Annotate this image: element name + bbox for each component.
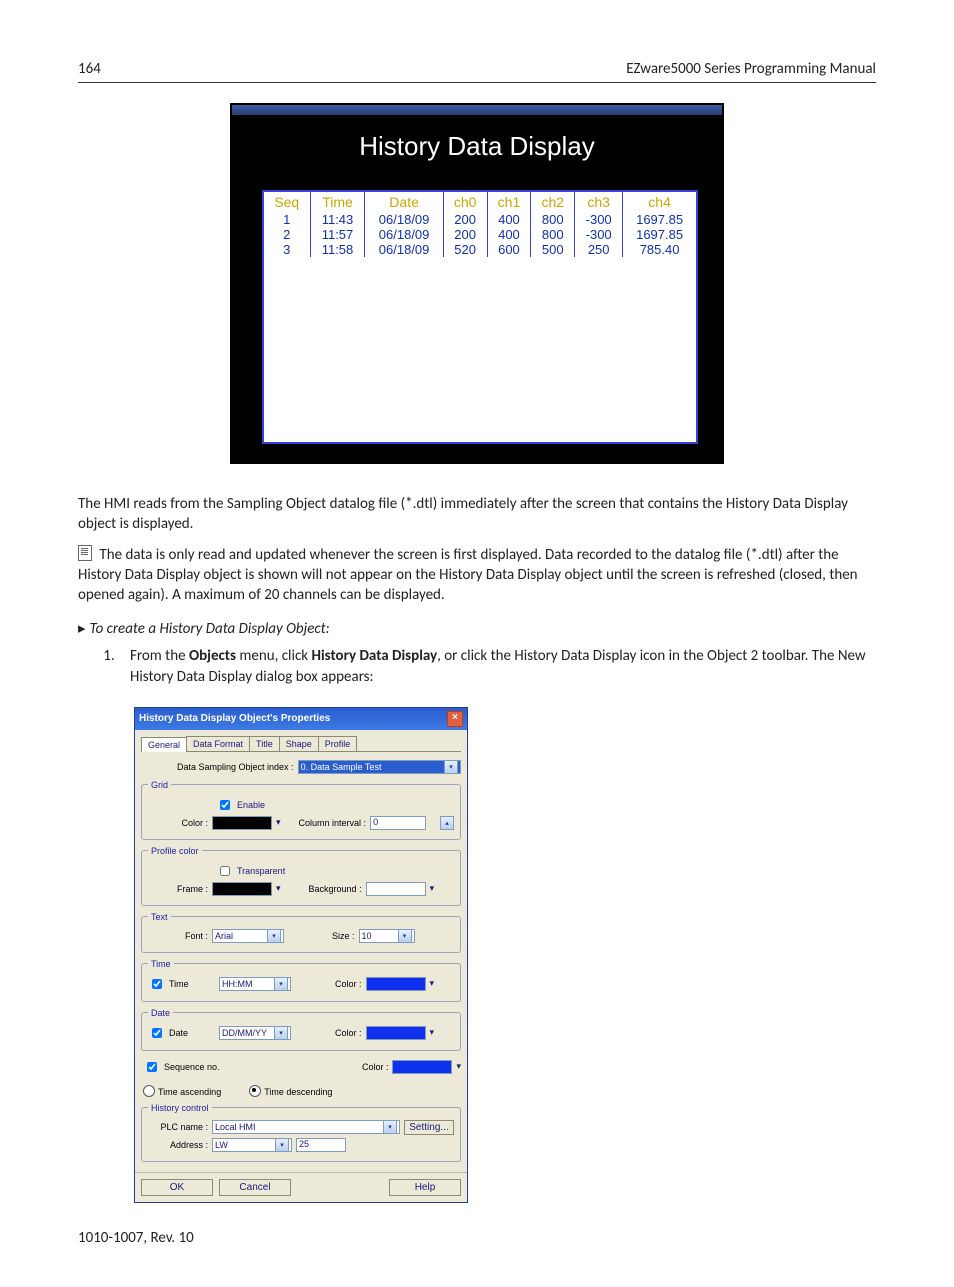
background-color-swatch[interactable]: [366, 882, 426, 896]
grid-color-swatch[interactable]: [212, 816, 272, 830]
paragraph-1: The HMI reads from the Sampling Object d…: [78, 494, 876, 535]
time-checkbox[interactable]: [152, 979, 162, 989]
paragraph-note: The data is only read and updated whenev…: [78, 545, 876, 606]
dsoi-label: Data Sampling Object index :: [177, 762, 294, 772]
plc-name-select[interactable]: Local HMI▾: [212, 1120, 400, 1134]
table-row: 211:5706/18/09200400800-3001697.85: [264, 227, 696, 242]
column-header: Seq: [264, 192, 310, 212]
hmi-screenshot: History Data Display SeqTimeDatech0ch1ch…: [230, 103, 724, 464]
cancel-button[interactable]: Cancel: [219, 1179, 291, 1196]
chevron-down-icon[interactable]: ▾: [276, 883, 281, 894]
column-header: ch1: [487, 192, 531, 212]
chevron-down-icon: ▾: [267, 929, 281, 943]
properties-dialog: History Data Display Object's Properties…: [134, 707, 468, 1203]
chevron-down-icon[interactable]: ▾: [276, 817, 281, 828]
column-header: ch3: [575, 192, 623, 212]
help-button[interactable]: Help: [389, 1179, 461, 1196]
address-type-select[interactable]: LW▾: [212, 1138, 292, 1152]
step-1: From the Objects menu, click History Dat…: [118, 646, 876, 687]
procedure-heading: To create a History Data Display Object:: [78, 619, 876, 638]
font-select[interactable]: Arial▾: [212, 929, 284, 943]
doc-footer: 1010-1007, Rev. 10: [78, 1229, 876, 1247]
text-fieldset: Text Font : Arial▾ Size : 10▾: [141, 912, 461, 953]
dialog-titlebar: History Data Display Object's Properties…: [135, 708, 467, 730]
manual-title: EZware5000 Series Programming Manual: [626, 60, 876, 78]
column-interval-input[interactable]: 0: [370, 816, 426, 830]
chevron-down-icon[interactable]: ▾: [430, 883, 435, 894]
hmi-title: History Data Display: [232, 115, 722, 190]
chevron-down-icon: ▾: [274, 1026, 288, 1040]
column-header: ch4: [623, 192, 696, 212]
chevron-down-icon[interactable]: ▾: [456, 1061, 461, 1072]
setting-button[interactable]: Setting...: [404, 1120, 454, 1135]
time-format-select[interactable]: HH:MM▾: [219, 977, 291, 991]
chevron-down-icon[interactable]: ▾: [430, 1027, 435, 1038]
ok-button[interactable]: OK: [141, 1179, 213, 1196]
history-control-fieldset: History control PLC name : Local HMI▾ Se…: [141, 1103, 461, 1162]
dsoi-select[interactable]: 0. Data Sample Test▾: [298, 760, 461, 774]
hmi-window-bar: [232, 105, 722, 115]
time-color-swatch[interactable]: [366, 977, 426, 991]
frame-color-swatch[interactable]: [212, 882, 272, 896]
grid-fieldset: Grid Enable Color : ▾ Column interval : …: [141, 780, 461, 840]
page-number: 164: [78, 60, 101, 78]
address-value-input[interactable]: 25: [296, 1138, 346, 1152]
chevron-down-icon: ▾: [274, 977, 288, 991]
column-header: ch2: [531, 192, 575, 212]
tab-shape[interactable]: Shape: [279, 736, 319, 751]
time-fieldset: Time Time HH:MM▾ Color : ▾: [141, 959, 461, 1002]
spinner-icon[interactable]: ▴: [440, 816, 454, 830]
chevron-down-icon[interactable]: ▾: [430, 978, 435, 989]
column-header: ch0: [443, 192, 487, 212]
grid-enable-checkbox[interactable]: [220, 800, 230, 810]
size-select[interactable]: 10▾: [359, 929, 415, 943]
sequence-color-swatch[interactable]: [392, 1060, 452, 1074]
column-header: Date: [365, 192, 443, 212]
column-header: Time: [310, 192, 365, 212]
chevron-down-icon: ▾: [383, 1120, 397, 1134]
close-icon[interactable]: ×: [447, 711, 463, 727]
chevron-down-icon: ▾: [275, 1138, 289, 1152]
date-format-select[interactable]: DD/MM/YY▾: [219, 1026, 291, 1040]
note-icon: [78, 545, 92, 561]
time-ascending-radio[interactable]: Time ascending: [143, 1085, 221, 1097]
time-descending-radio[interactable]: Time descending: [249, 1085, 332, 1097]
page-header: 164 EZware5000 Series Programming Manual: [78, 60, 876, 83]
tab-profile[interactable]: Profile: [318, 736, 358, 751]
sequence-checkbox[interactable]: [147, 1062, 157, 1072]
tab-title[interactable]: Title: [249, 736, 280, 751]
tab-data-format[interactable]: Data Format: [186, 736, 250, 751]
profile-color-fieldset: Profile color Transparent Frame : ▾ Back…: [141, 846, 461, 906]
hmi-history-table: SeqTimeDatech0ch1ch2ch3ch4 111:4306/18/0…: [262, 190, 698, 444]
table-row: 311:5806/18/09520600500250785.40: [264, 242, 696, 257]
chevron-down-icon: ▾: [444, 760, 458, 774]
transparent-checkbox[interactable]: [220, 866, 230, 876]
dialog-tabs: General Data Format Title Shape Profile: [141, 736, 461, 752]
table-row: 111:4306/18/09200400800-3001697.85: [264, 212, 696, 227]
date-fieldset: Date Date DD/MM/YY▾ Color : ▾: [141, 1008, 461, 1051]
date-color-swatch[interactable]: [366, 1026, 426, 1040]
tab-general[interactable]: General: [141, 737, 187, 752]
date-checkbox[interactable]: [152, 1028, 162, 1038]
chevron-down-icon: ▾: [398, 929, 412, 943]
